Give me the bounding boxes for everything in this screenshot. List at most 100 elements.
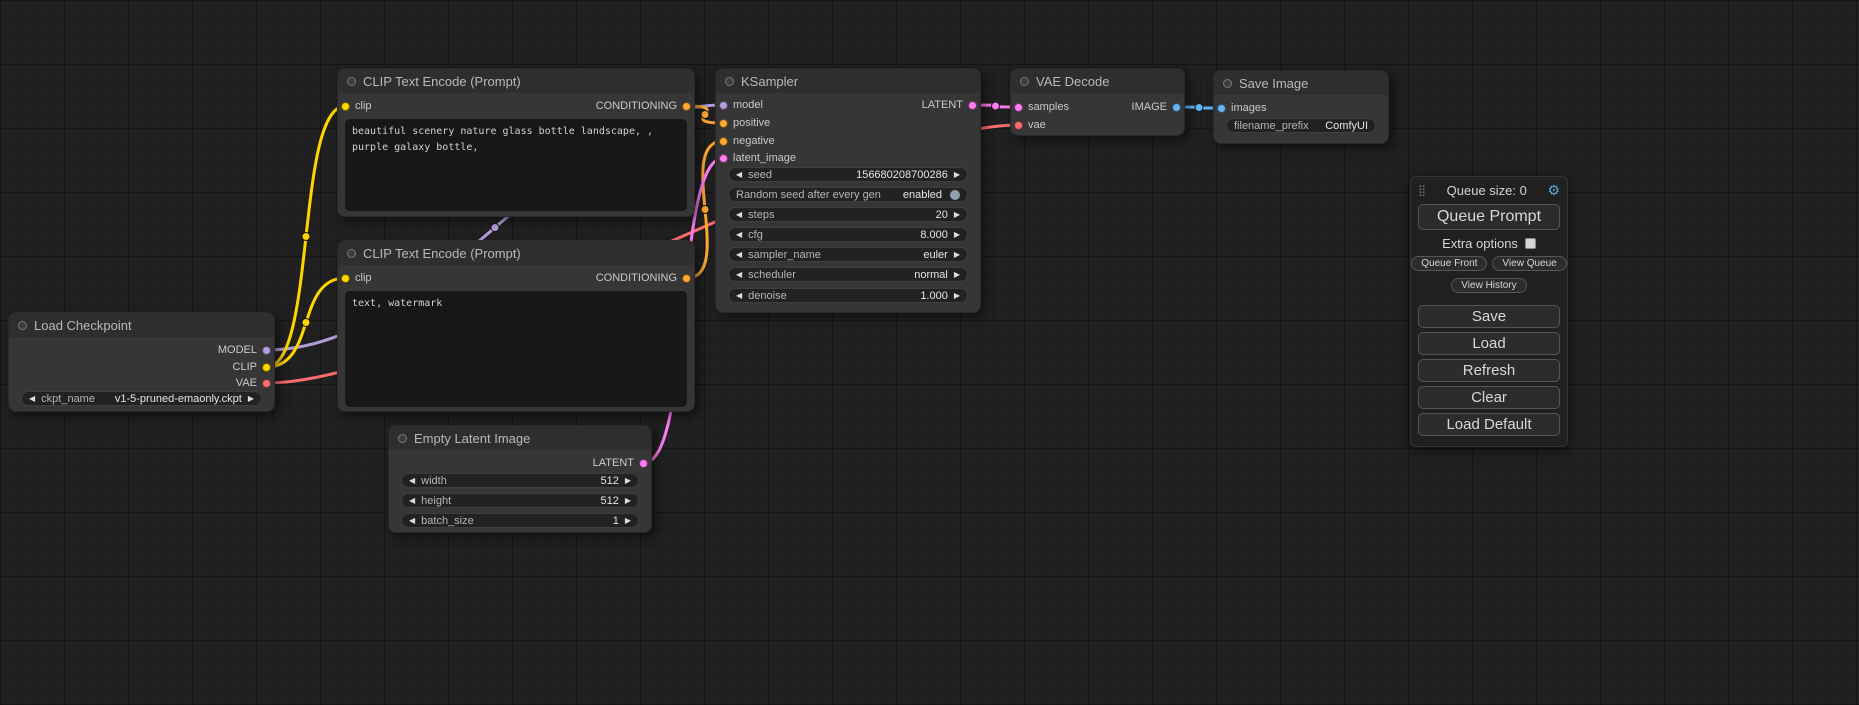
input-port-model[interactable]: model bbox=[719, 98, 763, 112]
increment-arrow-icon[interactable]: ▶ bbox=[954, 231, 960, 239]
view-queue-button[interactable]: View Queue bbox=[1492, 256, 1566, 271]
node-clip-text-encode-negative[interactable]: CLIP Text Encode (Prompt) clip CONDITION… bbox=[337, 240, 695, 412]
widget-cfg[interactable]: ◀ cfg 8.000 ▶ bbox=[728, 227, 968, 242]
queue-prompt-button[interactable]: Queue Prompt bbox=[1418, 204, 1560, 230]
conditioning-port-dot-icon[interactable] bbox=[719, 119, 728, 128]
negative-prompt-textarea[interactable]: text, watermark bbox=[345, 291, 687, 407]
increment-arrow-icon[interactable]: ▶ bbox=[625, 497, 631, 505]
vae-port-dot-icon[interactable] bbox=[262, 379, 271, 388]
output-port-model[interactable]: MODEL bbox=[218, 343, 271, 357]
output-port-latent[interactable]: LATENT bbox=[922, 98, 977, 112]
collapse-dot-icon[interactable] bbox=[725, 77, 734, 86]
latent-port-dot-icon[interactable] bbox=[1014, 103, 1023, 112]
input-port-negative[interactable]: negative bbox=[719, 134, 775, 148]
clip-port-dot-icon[interactable] bbox=[341, 274, 350, 283]
prev-value-arrow-icon[interactable]: ◀ bbox=[736, 251, 742, 259]
output-port-latent[interactable]: LATENT bbox=[593, 456, 648, 470]
node-vae-decode[interactable]: VAE Decode samples vae IMAGE bbox=[1010, 68, 1185, 136]
widget-width[interactable]: ◀ width 512 ▶ bbox=[401, 473, 639, 488]
input-port-positive[interactable]: positive bbox=[719, 116, 770, 130]
widget-seed[interactable]: ◀ seed 156680208700286 ▶ bbox=[728, 167, 968, 182]
increment-arrow-icon[interactable]: ▶ bbox=[954, 171, 960, 179]
image-port-dot-icon[interactable] bbox=[1217, 104, 1226, 113]
node-load-checkpoint[interactable]: Load Checkpoint MODEL CLIP VAE ◀ ckpt_na… bbox=[8, 312, 275, 412]
drag-handle-icon[interactable]: ⣿ bbox=[1418, 184, 1426, 197]
input-port-clip[interactable]: clip bbox=[341, 271, 372, 285]
node-ksampler[interactable]: KSampler model positive negative latent_… bbox=[715, 68, 981, 313]
widget-scheduler[interactable]: ◀ scheduler normal ▶ bbox=[728, 267, 968, 282]
collapse-dot-icon[interactable] bbox=[1020, 77, 1029, 86]
increment-arrow-icon[interactable]: ▶ bbox=[625, 477, 631, 485]
graph-canvas[interactable]: Load Checkpoint MODEL CLIP VAE ◀ ckpt_na… bbox=[0, 0, 1859, 705]
widget-height[interactable]: ◀ height 512 ▶ bbox=[401, 493, 639, 508]
clear-button[interactable]: Clear bbox=[1418, 386, 1560, 409]
vae-port-dot-icon[interactable] bbox=[1014, 121, 1023, 130]
output-port-conditioning[interactable]: CONDITIONING bbox=[596, 99, 691, 113]
node-title-bar[interactable]: VAE Decode bbox=[1011, 69, 1184, 93]
decrement-arrow-icon[interactable]: ◀ bbox=[409, 477, 415, 485]
node-title-bar[interactable]: Save Image bbox=[1214, 71, 1388, 95]
prev-value-arrow-icon[interactable]: ◀ bbox=[29, 395, 35, 403]
widget-denoise[interactable]: ◀ denoise 1.000 ▶ bbox=[728, 288, 968, 303]
queue-front-button[interactable]: Queue Front bbox=[1411, 256, 1487, 271]
view-history-button[interactable]: View History bbox=[1451, 278, 1526, 293]
output-port-image[interactable]: IMAGE bbox=[1132, 100, 1181, 114]
latent-port-dot-icon[interactable] bbox=[968, 101, 977, 110]
refresh-button[interactable]: Refresh bbox=[1418, 359, 1560, 382]
input-port-latent-image[interactable]: latent_image bbox=[719, 151, 796, 165]
widget-steps[interactable]: ◀ steps 20 ▶ bbox=[728, 207, 968, 222]
clip-port-dot-icon[interactable] bbox=[341, 102, 350, 111]
increment-arrow-icon[interactable]: ▶ bbox=[625, 517, 631, 525]
output-port-conditioning[interactable]: CONDITIONING bbox=[596, 271, 691, 285]
decrement-arrow-icon[interactable]: ◀ bbox=[409, 517, 415, 525]
load-button[interactable]: Load bbox=[1418, 332, 1560, 355]
input-port-samples[interactable]: samples bbox=[1014, 100, 1069, 114]
load-default-button[interactable]: Load Default bbox=[1418, 413, 1560, 436]
clip-port-dot-icon[interactable] bbox=[262, 363, 271, 372]
input-port-images[interactable]: images bbox=[1217, 101, 1266, 115]
collapse-dot-icon[interactable] bbox=[1223, 79, 1232, 88]
input-port-vae[interactable]: vae bbox=[1014, 118, 1046, 132]
decrement-arrow-icon[interactable]: ◀ bbox=[736, 171, 742, 179]
node-title-bar[interactable]: Empty Latent Image bbox=[389, 426, 651, 450]
model-port-dot-icon[interactable] bbox=[262, 346, 271, 355]
increment-arrow-icon[interactable]: ▶ bbox=[954, 292, 960, 300]
node-empty-latent-image[interactable]: Empty Latent Image LATENT ◀ width 512 ▶ … bbox=[388, 425, 652, 533]
latent-port-dot-icon[interactable] bbox=[639, 459, 648, 468]
prev-value-arrow-icon[interactable]: ◀ bbox=[736, 271, 742, 279]
node-title-bar[interactable]: Load Checkpoint bbox=[9, 313, 274, 337]
next-value-arrow-icon[interactable]: ▶ bbox=[954, 271, 960, 279]
conditioning-port-dot-icon[interactable] bbox=[682, 274, 691, 283]
save-button[interactable]: Save bbox=[1418, 305, 1560, 328]
positive-prompt-textarea[interactable]: beautiful scenery nature glass bottle la… bbox=[345, 119, 687, 211]
decrement-arrow-icon[interactable]: ◀ bbox=[736, 292, 742, 300]
input-port-clip[interactable]: clip bbox=[341, 99, 372, 113]
settings-gear-icon[interactable]: ⚙ bbox=[1547, 182, 1560, 199]
decrement-arrow-icon[interactable]: ◀ bbox=[736, 211, 742, 219]
next-value-arrow-icon[interactable]: ▶ bbox=[248, 395, 254, 403]
collapse-dot-icon[interactable] bbox=[347, 77, 356, 86]
node-save-image[interactable]: Save Image images filename_prefix ComfyU… bbox=[1213, 70, 1389, 144]
toggle-enabled-icon[interactable] bbox=[950, 190, 960, 200]
widget-filename-prefix[interactable]: filename_prefix ComfyUI bbox=[1226, 118, 1376, 133]
widget-sampler-name[interactable]: ◀ sampler_name euler ▶ bbox=[728, 247, 968, 262]
decrement-arrow-icon[interactable]: ◀ bbox=[409, 497, 415, 505]
collapse-dot-icon[interactable] bbox=[347, 249, 356, 258]
node-title-bar[interactable]: CLIP Text Encode (Prompt) bbox=[338, 241, 694, 265]
widget-ckpt-name[interactable]: ◀ ckpt_name v1-5-pruned-emaonly.ckpt ▶ bbox=[21, 391, 262, 406]
node-clip-text-encode-positive[interactable]: CLIP Text Encode (Prompt) clip CONDITION… bbox=[337, 68, 695, 217]
collapse-dot-icon[interactable] bbox=[18, 321, 27, 330]
output-port-clip[interactable]: CLIP bbox=[233, 360, 271, 374]
conditioning-port-dot-icon[interactable] bbox=[719, 137, 728, 146]
widget-batch-size[interactable]: ◀ batch_size 1 ▶ bbox=[401, 513, 639, 528]
output-port-vae[interactable]: VAE bbox=[236, 376, 271, 390]
latent-port-dot-icon[interactable] bbox=[719, 154, 728, 163]
node-title-bar[interactable]: KSampler bbox=[716, 69, 980, 93]
decrement-arrow-icon[interactable]: ◀ bbox=[736, 231, 742, 239]
collapse-dot-icon[interactable] bbox=[398, 434, 407, 443]
node-title-bar[interactable]: CLIP Text Encode (Prompt) bbox=[338, 69, 694, 93]
next-value-arrow-icon[interactable]: ▶ bbox=[954, 251, 960, 259]
image-port-dot-icon[interactable] bbox=[1172, 103, 1181, 112]
widget-random-seed-toggle[interactable]: Random seed after every gen enabled bbox=[728, 187, 968, 202]
model-port-dot-icon[interactable] bbox=[719, 101, 728, 110]
